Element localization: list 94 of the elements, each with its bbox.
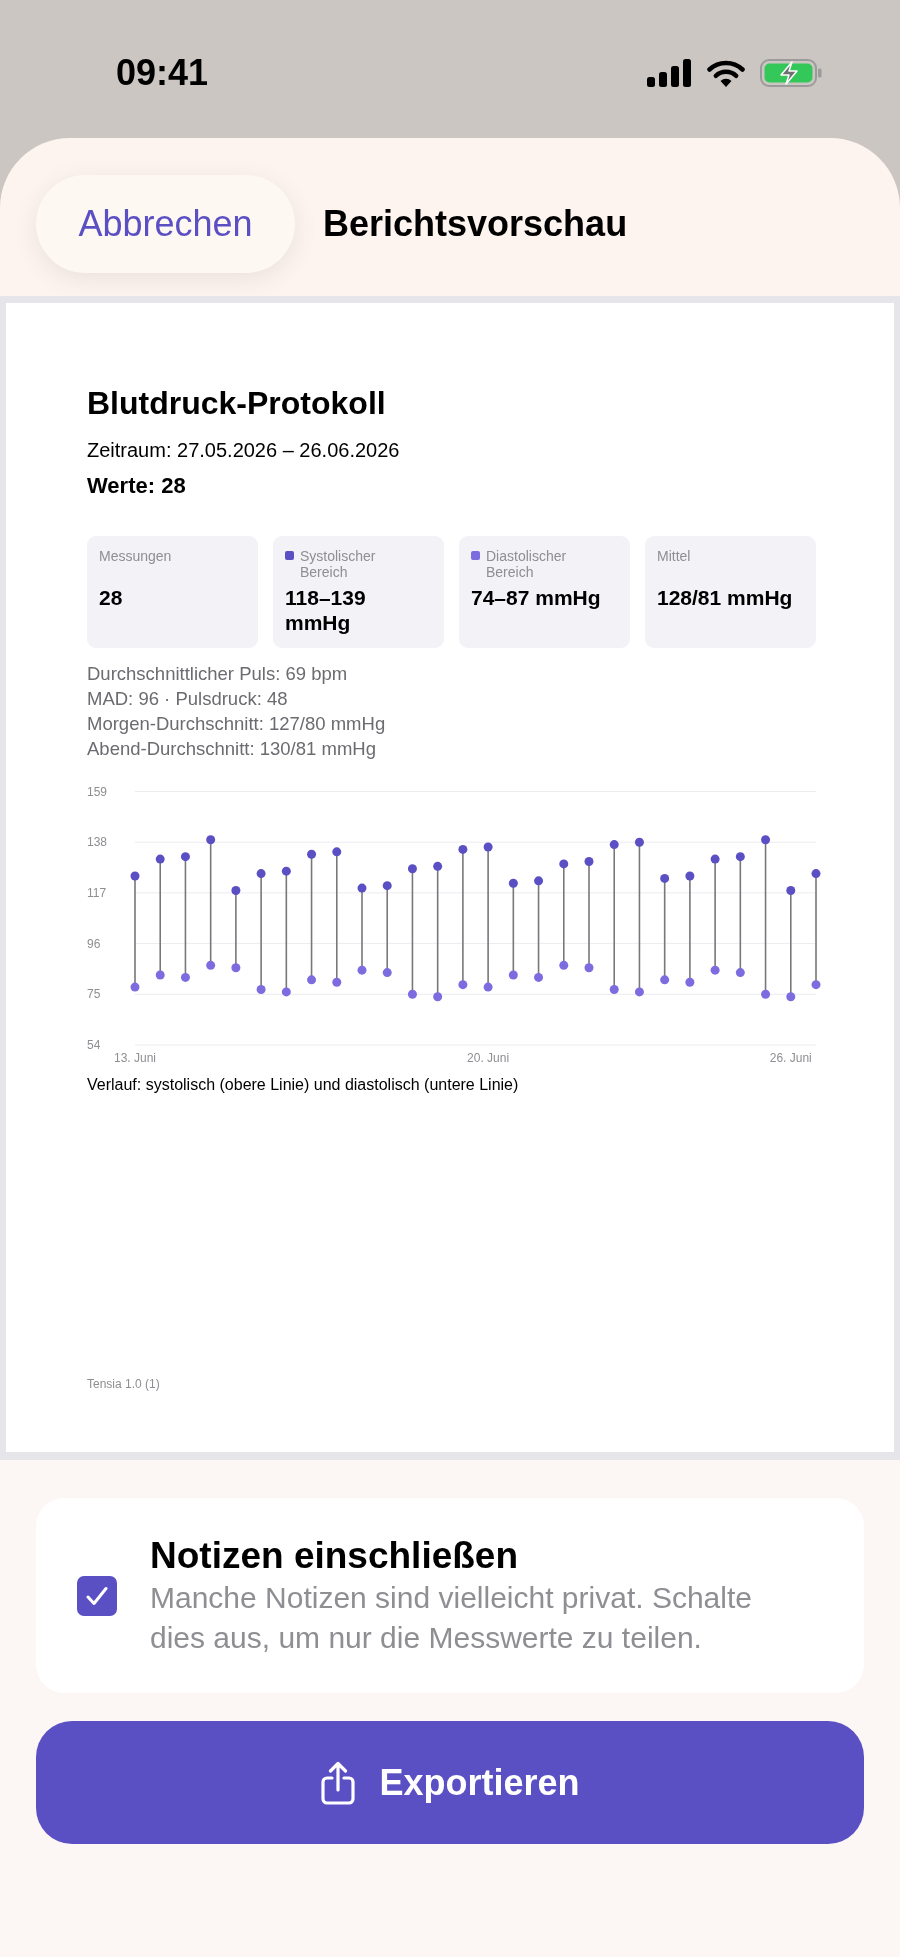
data-point — [685, 871, 695, 881]
data-point — [130, 871, 140, 881]
data-point — [584, 963, 594, 973]
data-point — [559, 859, 569, 869]
axis-label: 54 — [87, 1038, 101, 1052]
card-value: 118–139 mmHg — [285, 585, 367, 635]
data-point — [357, 883, 367, 893]
data-point — [256, 984, 266, 994]
signal-icon — [647, 59, 692, 87]
data-point — [761, 835, 771, 845]
data-point — [634, 987, 644, 997]
chart-caption: Verlauf: systolisch (obere Linie) und diastolisch (untere Linie) — [87, 1075, 520, 1095]
data-point — [206, 835, 216, 845]
report-period: Zeitraum: 27.05.2026 – 26.06.2026 — [87, 438, 401, 462]
data-point — [609, 984, 619, 994]
data-point — [786, 886, 796, 895]
data-point — [180, 972, 190, 982]
summary-line: MAD: 96 · Pulsdruck: 48 — [87, 687, 289, 711]
battery-charging-icon — [760, 59, 822, 87]
summary-line: Durchschnittlicher Puls: 69 bpm — [87, 662, 349, 686]
data-point — [332, 977, 342, 987]
data-point — [433, 992, 443, 1002]
data-point — [761, 989, 771, 999]
report-title: Blutdruck-Protokoll — [87, 384, 387, 422]
axis-label: 13. Juni — [114, 1051, 156, 1065]
axis-label: 20. Juni — [467, 1051, 510, 1065]
data-point — [483, 982, 493, 992]
data-point — [735, 968, 745, 978]
data-point — [332, 847, 342, 857]
data-point — [155, 854, 165, 864]
data-point — [307, 975, 317, 985]
data-point — [307, 849, 317, 859]
card-label: Diastolischer Bereich — [486, 548, 568, 580]
axis-label: 159 — [87, 784, 108, 799]
data-point — [281, 866, 291, 876]
data-point — [508, 878, 518, 888]
data-point — [407, 989, 417, 999]
checkmark-icon — [86, 1585, 108, 1606]
card-label: Messungen — [99, 548, 172, 564]
data-point — [811, 869, 821, 879]
status-time: 09:41 — [116, 52, 209, 94]
data-point — [534, 972, 544, 982]
data-point — [811, 980, 821, 990]
data-point — [180, 852, 190, 862]
data-point — [534, 876, 544, 886]
export-button[interactable]: Exportieren — [36, 1721, 864, 1844]
data-point — [231, 963, 241, 973]
data-point — [508, 970, 518, 980]
axis-label: 26. Juni — [769, 1051, 812, 1065]
data-point — [458, 844, 468, 854]
data-point — [660, 873, 670, 883]
data-point — [786, 992, 796, 1002]
axis-label: 117 — [87, 885, 107, 900]
card-label: Systolischer Bereich — [300, 548, 377, 580]
card-value: 128/81 mmHg — [657, 585, 794, 610]
checkbox[interactable] — [77, 1575, 117, 1616]
report-count: Werte: 28 — [87, 473, 187, 499]
data-point — [559, 960, 569, 970]
axis-label: 75 — [87, 987, 101, 1002]
data-point — [735, 852, 745, 862]
axis-label: 138 — [87, 835, 108, 850]
data-point — [407, 864, 417, 874]
data-point — [685, 977, 695, 987]
data-point — [382, 881, 392, 891]
data-point — [609, 840, 619, 850]
data-point — [710, 965, 720, 975]
data-point — [660, 975, 670, 985]
data-point — [433, 861, 443, 871]
data-point — [357, 965, 367, 975]
data-point — [634, 837, 644, 847]
data-point — [155, 970, 165, 980]
option-description: Manche Notizen sind vielleicht privat. Schalte dies aus, um nur die Messwerte zu teilen. — [150, 1579, 753, 1656]
wifi-icon — [707, 59, 745, 87]
data-point — [584, 857, 594, 866]
data-point — [483, 842, 493, 852]
option-title: Notizen einschließen — [150, 1533, 519, 1578]
summary-line: Morgen-Durchschnitt: 127/80 mmHg — [87, 712, 387, 736]
data-point — [206, 960, 216, 970]
axis-label: 96 — [87, 936, 101, 951]
data-point — [256, 869, 266, 879]
card-label: Mittel — [657, 548, 691, 564]
card-value: 74–87 mmHg — [471, 585, 602, 610]
app-version: Tensia 1.0 (1) — [87, 1377, 161, 1391]
data-point — [458, 980, 468, 990]
data-point — [130, 982, 140, 992]
card-value: 28 — [99, 585, 124, 610]
share-icon — [320, 1760, 357, 1805]
data-point — [710, 854, 720, 864]
data-point — [231, 886, 241, 895]
summary-line: Abend-Durchschnitt: 130/81 mmHg — [87, 737, 377, 761]
data-point — [281, 987, 291, 997]
cancel-button[interactable]: Abbrechen — [36, 175, 295, 273]
sheet-title: Berichtsvorschau — [323, 203, 628, 245]
data-point — [382, 968, 392, 978]
